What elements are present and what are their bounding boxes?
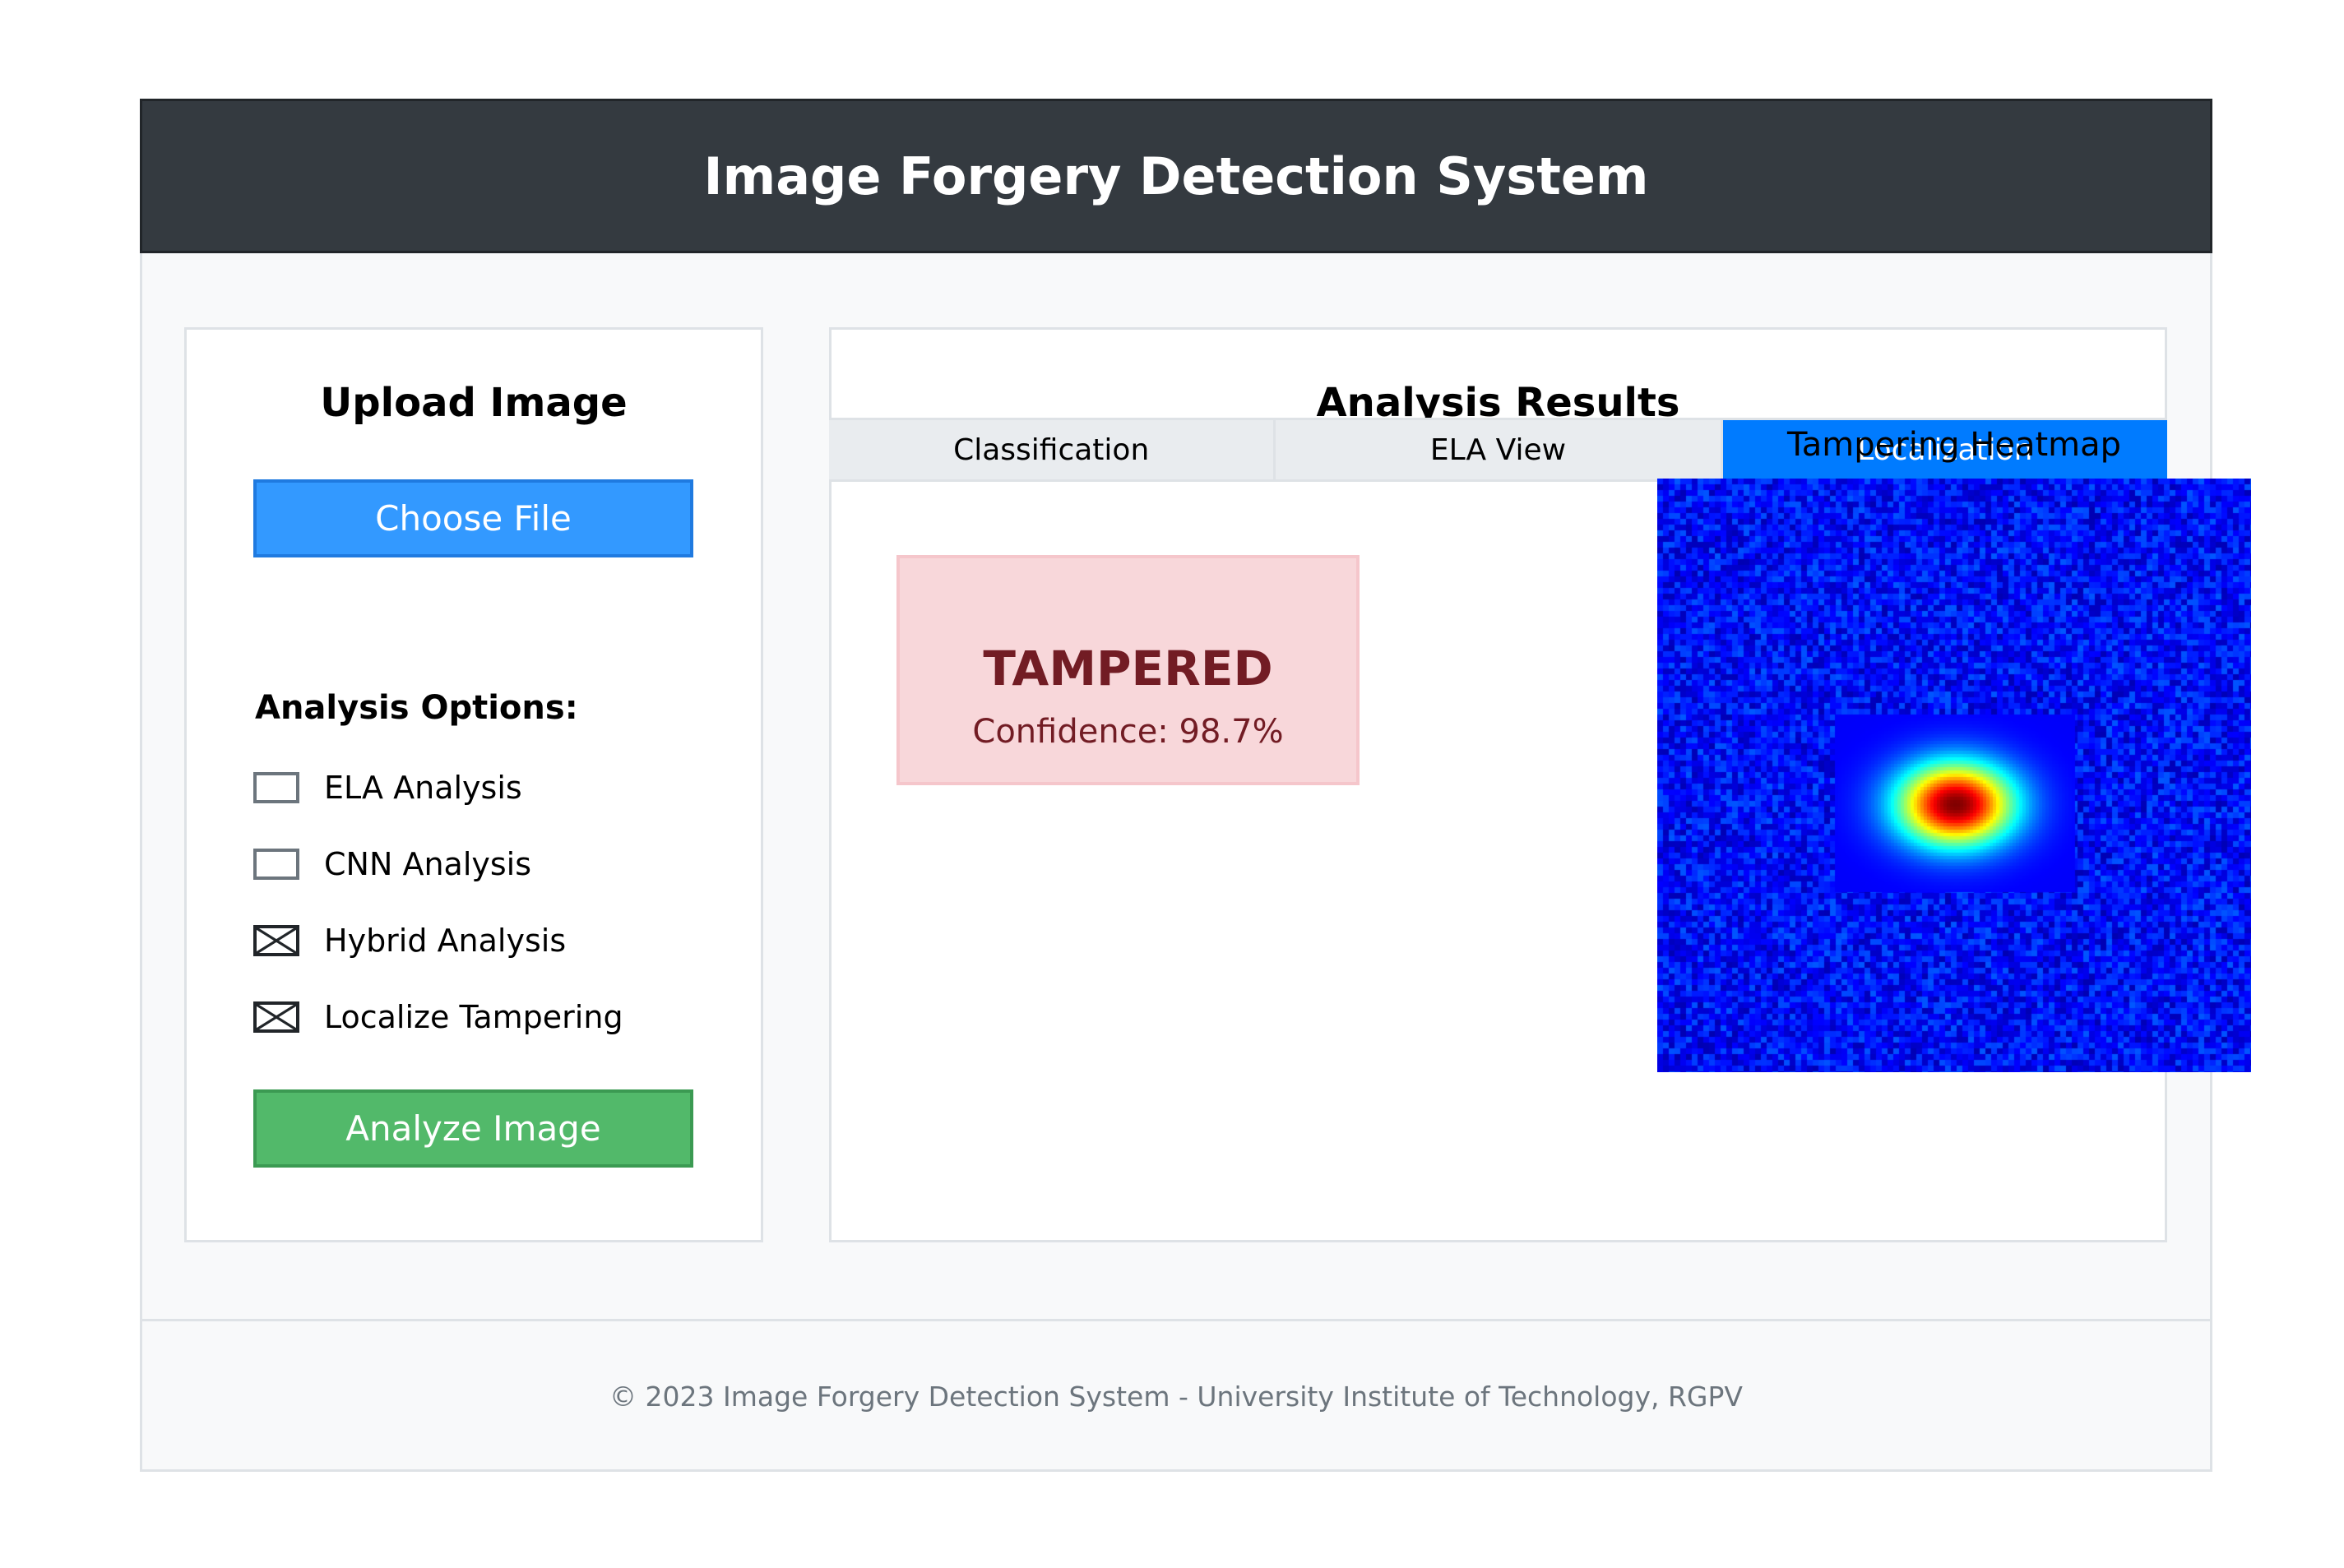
check-cross-icon: [257, 928, 296, 953]
heatmap-title: Tampering Heatmap: [1786, 426, 2122, 464]
verdict-label: TAMPERED: [983, 641, 1273, 696]
tampering-heatmap: [1657, 479, 2251, 1072]
choose-file-button[interactable]: Choose File: [253, 479, 693, 557]
cnn-checkbox[interactable]: [253, 849, 299, 880]
ela-checkbox[interactable]: [253, 772, 299, 803]
option-localize[interactable]: Localize Tampering: [253, 999, 623, 1035]
analyze-image-button[interactable]: Analyze Image: [253, 1089, 693, 1168]
footer: © 2023 Image Forgery Detection System - …: [140, 1319, 2212, 1472]
option-ela[interactable]: ELA Analysis: [253, 770, 522, 806]
app-title: Image Forgery Detection System: [703, 146, 1649, 206]
verdict-box: TAMPERED Confidence: 98.7%: [896, 555, 1360, 785]
tab-classification[interactable]: Classification: [829, 420, 1276, 479]
confidence-label: Confidence: 98.7%: [972, 713, 1284, 751]
app-header: Image Forgery Detection System: [140, 99, 2212, 253]
tab-ela-view[interactable]: ELA View: [1276, 420, 1723, 479]
cnn-label: CNN Analysis: [324, 846, 532, 882]
hybrid-checkbox[interactable]: [253, 925, 299, 956]
heatmap-canvas: [1657, 479, 2251, 1072]
tab-classification-label: Classification: [953, 432, 1150, 467]
choose-file-label: Choose File: [375, 498, 572, 539]
analyze-image-label: Analyze Image: [345, 1108, 601, 1149]
analysis-options-label: Analysis Options:: [255, 689, 578, 727]
option-cnn[interactable]: CNN Analysis: [253, 846, 531, 882]
tab-ela-view-label: ELA View: [1429, 432, 1567, 467]
upload-title: Upload Image: [320, 380, 628, 426]
footer-text: © 2023 Image Forgery Detection System - …: [609, 1381, 1743, 1413]
ela-label: ELA Analysis: [324, 770, 522, 806]
option-hybrid[interactable]: Hybrid Analysis: [253, 923, 566, 959]
localize-checkbox[interactable]: [253, 1001, 299, 1033]
check-cross-icon: [257, 1005, 296, 1029]
localize-label: Localize Tampering: [324, 999, 623, 1035]
hybrid-label: Hybrid Analysis: [324, 923, 567, 959]
